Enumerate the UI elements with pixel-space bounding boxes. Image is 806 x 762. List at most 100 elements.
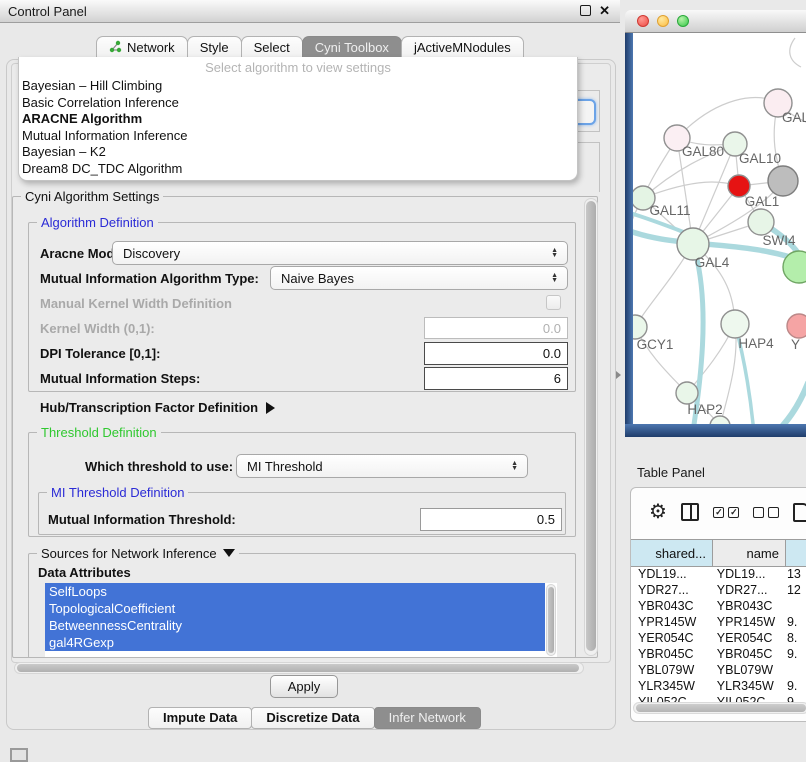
node-hap4[interactable] [721, 310, 749, 338]
table-cell: 9. [780, 647, 806, 663]
algorithm-option[interactable]: Bayesian – Hill Climbing [19, 78, 577, 95]
column-header-shared...[interactable]: shared... [631, 540, 713, 566]
table-row[interactable]: YDL19...YDL19...13 [631, 567, 806, 583]
table-row[interactable]: YDR27...YDR27...12 [631, 583, 806, 599]
table-cell: YBL079W [710, 663, 780, 679]
hub-definition-label: Hub/Transcription Factor Definition [40, 400, 258, 415]
table-row[interactable]: YBL079WYBL079W [631, 663, 806, 679]
mi-threshold-value: 0.5 [537, 512, 555, 527]
tab-label: Style [200, 40, 229, 55]
table-row[interactable]: YBR045CYBR045C9. [631, 647, 806, 663]
tab-cyni-toolbox[interactable]: Cyni Toolbox [302, 36, 402, 59]
kernel-width-field[interactable]: 0.0 [424, 317, 568, 339]
table-panel: ⚙ ✓✓ shared...name YDL19...YDL19...13YDR… [630, 487, 806, 722]
apply-button[interactable]: Apply [270, 675, 338, 698]
table-panel-title: Table Panel [637, 465, 705, 480]
network-view-window: GALGAL80GAL10GAL1GAL11SWI4GAL4GCY1HAP4YH… [625, 10, 806, 437]
gear-icon[interactable]: ⚙ [649, 502, 667, 522]
network-window-titlebar[interactable] [625, 10, 806, 33]
network-canvas[interactable]: GALGAL80GAL10GAL1GAL11SWI4GAL4GCY1HAP4YH… [633, 33, 806, 424]
node-hap2[interactable] [676, 382, 698, 404]
collapse-down-icon [223, 549, 235, 557]
data-attributes-label: Data Attributes [38, 565, 131, 580]
expand-right-icon [266, 402, 275, 414]
table-row[interactable]: YLR345WYLR345W9. [631, 679, 806, 695]
bottom-tab-infer-network[interactable]: Infer Network [374, 707, 481, 729]
attribute-list-item[interactable]: gal4RGexp [45, 634, 545, 651]
table-cell: 9 [780, 695, 806, 702]
dock-stub-icon[interactable] [10, 748, 28, 762]
tab-select[interactable]: Select [241, 36, 303, 59]
table-row[interactable]: YPR145WYPR145W9. [631, 615, 806, 631]
node-salmon[interactable] [787, 314, 806, 338]
dpi-tolerance-field[interactable]: 0.0 [424, 342, 568, 365]
aracne-mode-value: Discovery [123, 246, 180, 261]
algorithm-option[interactable]: Basic Correlation Inference [19, 95, 577, 112]
apply-button-label: Apply [288, 679, 321, 694]
table-horizontal-scrollbar[interactable] [633, 702, 806, 714]
which-threshold-label: Which threshold to use: [85, 459, 233, 474]
attribute-list-scrollbar[interactable] [546, 584, 556, 656]
manual-kernel-width-label: Manual Kernel Width Definition [40, 296, 232, 311]
settings-horizontal-scrollbar[interactable] [14, 662, 584, 674]
sources-group-title[interactable]: Sources for Network Inference [37, 546, 239, 561]
float-panel-icon[interactable] [580, 5, 591, 16]
column-header-partial[interactable] [786, 540, 806, 566]
algorithm-option[interactable]: Dream8 DC_TDC Algorithm [19, 161, 577, 178]
table-row[interactable]: YBR043CYBR043C [631, 599, 806, 615]
table-row[interactable]: YIL052CYIL052C9 [631, 695, 806, 702]
cyni-algorithm-settings-title: Cyni Algorithm Settings [21, 189, 163, 204]
data-attributes-list[interactable]: SelfLoopsTopologicalCoefficientBetweenne… [45, 583, 557, 657]
tab-network[interactable]: Network [96, 36, 188, 59]
mi-steps-field[interactable]: 6 [424, 367, 568, 390]
node-label-gal: GAL [782, 110, 806, 125]
algorithm-option[interactable]: ARACNE Algorithm [19, 111, 577, 128]
attribute-list-item[interactable]: BetweennessCentrality [45, 617, 545, 634]
close-panel-icon[interactable]: ✕ [599, 4, 610, 17]
aracne-mode-combo[interactable]: Discovery ▲▼ [112, 241, 568, 265]
close-traffic-light-icon[interactable] [637, 15, 649, 27]
mi-threshold-field[interactable]: 0.5 [420, 508, 562, 531]
splitpane-arrow-icon[interactable] [616, 371, 621, 379]
tab-jactivemnodules[interactable]: jActiveMNodules [401, 36, 524, 59]
unchecked-boxes-icon[interactable] [753, 507, 779, 518]
algorithm-definition-title: Algorithm Definition [37, 215, 158, 230]
attribute-list-item[interactable]: SelfLoops [45, 583, 545, 600]
mi-algorithm-type-value: Naive Bayes [281, 271, 354, 286]
node-gray[interactable] [768, 166, 798, 196]
table-row[interactable]: YER054CYER054C8. [631, 631, 806, 647]
tab-style[interactable]: Style [187, 36, 242, 59]
table-cell: YDL19... [710, 567, 780, 583]
settings-vertical-scrollbar[interactable] [584, 198, 598, 656]
cyni-bottom-tabs: Impute DataDiscretize DataInfer Network [148, 707, 480, 729]
node-gcy1[interactable] [633, 315, 647, 339]
node-label-gal1: GAL1 [745, 194, 780, 209]
node-label-gcy1: GCY1 [637, 337, 674, 352]
bottom-tab-discretize-data[interactable]: Discretize Data [251, 707, 374, 729]
minimize-traffic-light-icon[interactable] [657, 15, 669, 27]
table-cell: YPR145W [631, 615, 710, 631]
algorithm-dropdown: Select algorithm to view settings Bayesi… [18, 57, 578, 181]
column-layout-icon[interactable] [681, 503, 699, 521]
network-icon [109, 40, 122, 53]
algorithm-option[interactable]: Mutual Information Inference [19, 128, 577, 145]
tab-label: jActiveMNodules [414, 40, 511, 55]
table-header-row: shared...name [631, 539, 806, 567]
zoom-traffic-light-icon[interactable] [677, 15, 689, 27]
manual-kernel-width-checkbox[interactable] [546, 295, 561, 310]
sources-title-text: Sources for Network Inference [41, 546, 217, 561]
which-threshold-combo[interactable]: MI Threshold ▲▼ [236, 454, 528, 478]
table-cell: 12 [780, 583, 806, 599]
column-header-name[interactable]: name [713, 540, 786, 566]
table-cell: 13 [780, 567, 806, 583]
attribute-list-item[interactable]: TopologicalCoefficient [45, 600, 545, 617]
hub-definition-expander[interactable]: Hub/Transcription Factor Definition [40, 400, 275, 415]
algorithm-option[interactable]: Bayesian – K2 [19, 144, 577, 161]
document-icon[interactable] [793, 503, 806, 522]
bottom-tab-impute-data[interactable]: Impute Data [148, 707, 252, 729]
node-gal1[interactable] [748, 209, 774, 235]
mi-algorithm-type-combo[interactable]: Naive Bayes ▲▼ [270, 266, 568, 290]
table-cell: YLR345W [631, 679, 710, 695]
checked-boxes-icon[interactable]: ✓✓ [713, 507, 739, 518]
node-label-swi4: SWI4 [762, 233, 795, 248]
